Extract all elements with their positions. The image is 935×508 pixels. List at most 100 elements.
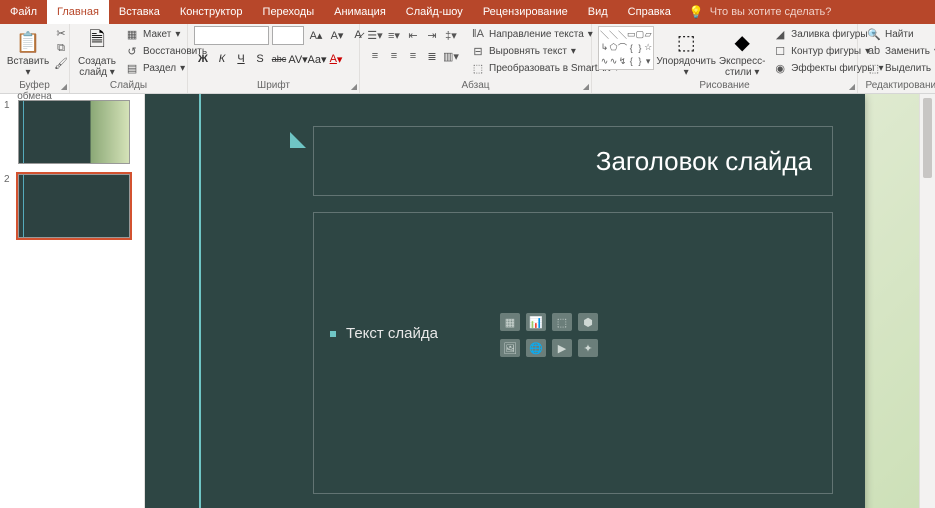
- slide-thumbnails-panel: 1 2: [0, 94, 145, 508]
- replace-button[interactable]: abЗаменить ▾: [864, 43, 935, 59]
- insert-online-picture-icon[interactable]: 🌐: [526, 339, 546, 357]
- layout-icon: ▦: [125, 27, 139, 41]
- insert-video-icon[interactable]: ▶: [552, 339, 572, 357]
- new-slide-button[interactable]: 🗎 Создать слайд ▾: [76, 26, 118, 80]
- group-slides-label: Слайды: [76, 80, 181, 93]
- tab-home[interactable]: Главная: [47, 0, 109, 24]
- tab-insert[interactable]: Вставка: [109, 0, 170, 24]
- clipboard-launcher[interactable]: ◢: [61, 82, 67, 91]
- align-left-button[interactable]: ≡: [366, 47, 384, 65]
- scrollbar-thumb[interactable]: [923, 98, 932, 178]
- shape-line2-icon[interactable]: ＼: [609, 28, 618, 41]
- font-color-button[interactable]: A▾: [327, 50, 345, 68]
- ribbon: 📋 Вставить ▾ ✂ ⧉ 🖌 Буфер обмена ◢ 🗎 Созд…: [0, 24, 935, 94]
- insert-chart-icon[interactable]: 📊: [526, 313, 546, 331]
- shape-conn-icon[interactable]: ↯: [618, 55, 627, 68]
- tell-me-search[interactable]: 💡 Что вы хотите сделать?: [689, 0, 832, 24]
- shape-curve2-icon[interactable]: ∿: [609, 55, 618, 68]
- title-placeholder[interactable]: Заголовок слайда: [313, 126, 833, 196]
- quick-styles-button[interactable]: ◆ Экспресс- стили ▾: [718, 26, 766, 80]
- shape-rect2-icon[interactable]: ▢: [636, 28, 645, 41]
- group-paragraph: ☰▾ ≡▾ ⇤ ⇥ ‡▾ ≡ ≡ ≡ ≣ ▥▾ ‖AНаправление те…: [360, 24, 592, 93]
- change-case-button[interactable]: Aa▾: [308, 50, 326, 68]
- select-button[interactable]: ⬚Выделить ▾: [864, 60, 935, 76]
- insert-picture-icon[interactable]: 🖼: [500, 339, 520, 357]
- body-placeholder[interactable]: Текст слайда ▦ 📊 ⬚ ⬢ 🖼 🌐 ▶ ✦: [313, 212, 833, 494]
- insert-3d-icon[interactable]: ⬢: [578, 313, 598, 331]
- font-size-input[interactable]: [272, 26, 304, 45]
- numbering-button[interactable]: ≡▾: [385, 26, 403, 44]
- shape-line-icon[interactable]: ＼: [600, 28, 609, 41]
- justify-button[interactable]: ≣: [423, 47, 441, 65]
- arrange-button[interactable]: ⬚ Упорядочить ▾: [658, 26, 714, 80]
- strike-button[interactable]: abc: [270, 50, 288, 68]
- shape-brace4-icon[interactable]: }: [636, 55, 645, 68]
- outdent-button[interactable]: ⇤: [404, 26, 422, 44]
- align-right-button[interactable]: ≡: [404, 47, 422, 65]
- tab-view[interactable]: Вид: [578, 0, 618, 24]
- find-button[interactable]: 🔍Найти: [864, 26, 935, 42]
- insert-icon-icon[interactable]: ✦: [578, 339, 598, 357]
- tab-transitions[interactable]: Переходы: [253, 0, 325, 24]
- tab-design[interactable]: Конструктор: [170, 0, 253, 24]
- text-direction-icon: ‖A: [471, 27, 485, 41]
- shape-arrow-icon[interactable]: ↳: [600, 41, 609, 54]
- paste-button[interactable]: 📋 Вставить ▾: [6, 26, 50, 80]
- vertical-scrollbar[interactable]: [919, 94, 935, 508]
- search-icon: 🔍: [867, 27, 881, 41]
- tab-review[interactable]: Рецензирование: [473, 0, 578, 24]
- shape-arc-icon[interactable]: ⌒: [618, 41, 627, 54]
- columns-button[interactable]: ▥▾: [442, 47, 460, 65]
- thumbnail-preview[interactable]: [18, 174, 130, 238]
- italic-button[interactable]: К: [213, 50, 231, 68]
- indent-button[interactable]: ⇥: [423, 26, 441, 44]
- thumbnail-number: 1: [4, 100, 14, 164]
- thumbnail-number: 2: [4, 174, 14, 238]
- new-slide-icon: 🗎: [89, 28, 105, 56]
- ribbon-tabs: Файл Главная Вставка Конструктор Переход…: [0, 0, 935, 24]
- shape-rect3-icon[interactable]: ▱: [644, 28, 652, 41]
- shadow-button[interactable]: S: [251, 50, 269, 68]
- body-placeholder-text-row: Текст слайда: [330, 325, 438, 342]
- fill-icon: ◢: [773, 27, 787, 41]
- insert-table-icon[interactable]: ▦: [500, 313, 520, 331]
- copy-icon[interactable]: ⧉: [54, 41, 68, 55]
- insert-smartart-icon[interactable]: ⬚: [552, 313, 572, 331]
- thumbnail-item[interactable]: 1: [4, 100, 140, 164]
- tab-file[interactable]: Файл: [0, 0, 47, 24]
- shape-rect-icon[interactable]: ▭: [627, 28, 636, 41]
- font-name-input[interactable]: [194, 26, 269, 45]
- tab-slideshow[interactable]: Слайд-шоу: [396, 0, 473, 24]
- slide-corner-icon: [290, 132, 306, 148]
- line-spacing-button[interactable]: ‡▾: [442, 26, 460, 44]
- paragraph-launcher[interactable]: ◢: [583, 82, 589, 91]
- shape-curve-icon[interactable]: ∿: [600, 55, 609, 68]
- tab-animations[interactable]: Анимация: [324, 0, 396, 24]
- format-painter-icon[interactable]: 🖌: [54, 56, 68, 70]
- grow-font-button[interactable]: A▴: [307, 26, 325, 44]
- reset-icon: ↺: [125, 44, 139, 58]
- shapes-gallery[interactable]: ＼＼＼▭▢▱ ↳⬠⌒{}☆ ∿∿↯{}▾: [598, 26, 654, 70]
- bullets-button[interactable]: ☰▾: [366, 26, 384, 44]
- shape-line3-icon[interactable]: ＼: [618, 28, 627, 41]
- align-center-button[interactable]: ≡: [385, 47, 403, 65]
- shape-star-icon[interactable]: ☆: [644, 41, 652, 54]
- shape-poly-icon[interactable]: ⬠: [609, 41, 618, 54]
- shape-brace2-icon[interactable]: }: [636, 41, 645, 54]
- slide-canvas[interactable]: Заголовок слайда Текст слайда ▦ 📊 ⬚ ⬢ 🖼 …: [145, 94, 865, 508]
- font-launcher[interactable]: ◢: [351, 82, 357, 91]
- char-spacing-button[interactable]: AV▾: [289, 50, 307, 68]
- thumbnail-item[interactable]: 2: [4, 174, 140, 238]
- cut-icon[interactable]: ✂: [54, 26, 68, 40]
- thumbnail-preview[interactable]: [18, 100, 130, 164]
- smartart-icon: ⬚: [471, 61, 485, 75]
- tab-help[interactable]: Справка: [618, 0, 681, 24]
- shrink-font-button[interactable]: A▾: [328, 26, 346, 44]
- shape-brace3-icon[interactable]: {: [627, 55, 636, 68]
- shape-brace-icon[interactable]: {: [627, 41, 636, 54]
- bold-button[interactable]: Ж: [194, 50, 212, 68]
- drawing-launcher[interactable]: ◢: [849, 82, 855, 91]
- bullet-icon: [330, 331, 336, 337]
- underline-button[interactable]: Ч: [232, 50, 250, 68]
- shape-more-icon[interactable]: ▾: [644, 55, 652, 68]
